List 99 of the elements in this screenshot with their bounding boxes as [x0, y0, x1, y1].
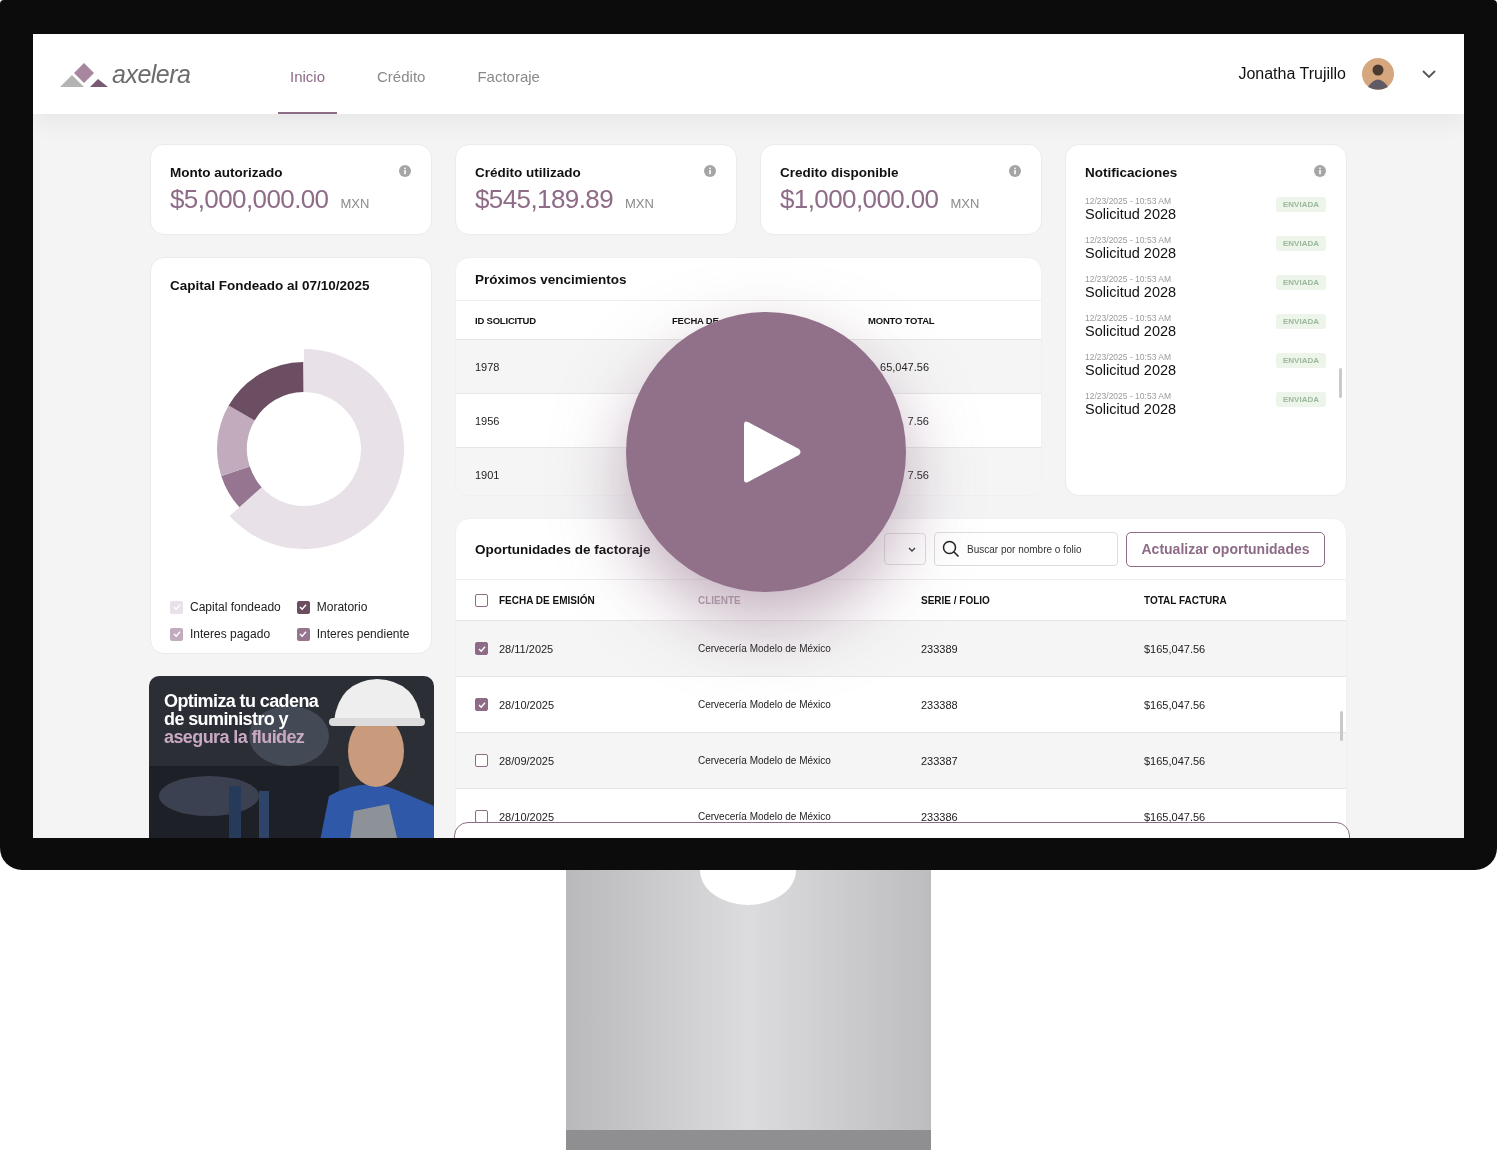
user-name: Jonatha Trujillo — [1238, 65, 1346, 83]
check-icon — [476, 643, 487, 654]
table-cell-text: 1901 — [475, 468, 501, 481]
notification-title[interactable]: Solicitud 2028 — [1085, 284, 1177, 300]
row-checkbox[interactable] — [475, 698, 488, 711]
table-cell-text: 28/09/2025 — [499, 754, 556, 767]
promo-highlight: asegura la fluidez — [164, 728, 306, 746]
card-title: Monto autorizado — [170, 165, 283, 180]
card-title: Credito disponible — [780, 165, 899, 180]
info-icon[interactable] — [399, 165, 411, 177]
scrollbar-thumb[interactable] — [1339, 368, 1342, 398]
nav-tab[interactable]: Factoraje — [465, 34, 552, 114]
play-icon — [744, 419, 802, 485]
check-icon — [171, 629, 182, 639]
table-cell-text: 28/10/2025 — [499, 810, 556, 823]
status-badge: ENVIADA — [1276, 352, 1326, 368]
column-header: ID SOLICITUD — [475, 314, 537, 326]
card-title: Próximos vencimientos — [475, 271, 627, 287]
table-cell-text: 28/11/2025 — [499, 642, 555, 655]
table-cell-text: $165,047.56 — [1144, 698, 1207, 711]
card-title: Crédito utilizado — [475, 165, 581, 180]
row-checkbox[interactable] — [475, 754, 488, 767]
notification-date: 12/23/2025 - 10:53 AM — [1085, 235, 1172, 245]
update-button[interactable]: Actualizar oportunidades — [1126, 531, 1325, 567]
table-cell-text: $165,047.56 — [1144, 810, 1207, 823]
column-header: SERIE / FOLIO — [921, 594, 991, 606]
status-badge: ENVIADA — [1276, 313, 1326, 329]
column-header: FECHA DE EMISIÓN — [499, 594, 596, 606]
column-header: MONTO TOTAL — [868, 314, 936, 326]
legend-label: Interes pagado — [190, 627, 271, 641]
info-icon[interactable] — [1009, 165, 1021, 177]
notification-title[interactable]: Solicitud 2028 — [1085, 206, 1177, 222]
legend-checkbox[interactable] — [170, 600, 183, 614]
amount-value: $1,000,000.00 — [780, 184, 939, 215]
check-icon — [171, 602, 182, 612]
notification-date: 12/23/2025 - 10:53 AM — [1085, 352, 1172, 362]
table-cell-text: Cervecería Modelo de México — [698, 699, 832, 710]
table-cell-text: 233388 — [921, 698, 959, 711]
legend-checkbox[interactable] — [296, 627, 310, 641]
notification-date: 12/23/2025 - 10:53 AM — [1085, 313, 1172, 323]
scrollbar-thumb[interactable] — [1340, 711, 1343, 741]
card-title: Oportunidades de factoraje — [475, 541, 651, 557]
currency-label: MXN — [625, 196, 654, 211]
chevron-down-icon[interactable] — [1422, 69, 1436, 79]
nav-tab[interactable]: Crédito — [365, 34, 438, 114]
search-field[interactable]: Buscar por nombre o folio — [934, 532, 1118, 566]
promo-banner[interactable]: Optimiza tu cadena de suministro y asegura la fluidez — [149, 676, 434, 838]
currency-label: MXN — [950, 196, 980, 211]
table-cell-text: 233386 — [921, 810, 959, 823]
table-cell-text: 28/10/2025 — [499, 698, 556, 711]
notification-title[interactable]: Solicitud 2028 — [1085, 245, 1177, 261]
info-icon[interactable] — [704, 165, 716, 177]
check-icon — [298, 629, 309, 639]
status-badge: ENVIADA — [1276, 391, 1326, 407]
card-title: Capital Fondeado al 07/10/2025 — [170, 278, 371, 293]
table-cell-text: Cervecería Modelo de México — [698, 643, 832, 654]
info-icon[interactable] — [1314, 165, 1326, 177]
notification-title[interactable]: Solicitud 2028 — [1085, 323, 1177, 339]
column-header: TOTAL FACTURA — [1144, 594, 1228, 606]
amount-value: $545,189.89 — [475, 184, 613, 215]
legend-checkbox[interactable] — [296, 600, 310, 614]
table-cell-text: Cervecería Modelo de México — [698, 811, 832, 822]
promo-headline: Optimiza tu cadena de suministro y — [164, 692, 320, 728]
currency-label: MXN — [340, 196, 370, 211]
check-icon — [476, 699, 487, 710]
column-header: CLIENTE — [698, 594, 742, 606]
table-cell-text: $165,047.56 — [1144, 642, 1207, 655]
notification-date: 12/23/2025 - 10:53 AM — [1085, 274, 1172, 284]
legend-label: Capital fondeado — [190, 600, 281, 614]
table-cell-text: 233389 — [921, 642, 959, 655]
table-cell-text: 65,047.56 — [879, 360, 929, 373]
status-badge: ENVIADA — [1276, 235, 1326, 251]
table-cell-text: $165,047.56 — [1144, 754, 1207, 767]
notification-date: 12/23/2025 - 10:53 AM — [1085, 196, 1172, 206]
table-cell-text: Cervecería Modelo de México — [698, 755, 832, 766]
legend-label: Interes pendiente — [316, 627, 410, 641]
status-badge: ENVIADA — [1276, 196, 1326, 212]
legend-label: Moratorio — [316, 600, 368, 614]
table-cell-text: 1956 — [475, 414, 501, 427]
notification-title[interactable]: Solicitud 2028 — [1085, 401, 1177, 417]
select-all-checkbox[interactable] — [475, 593, 488, 607]
table-cell-text: 233387 — [921, 754, 959, 767]
notification-date: 12/23/2025 - 10:53 AM — [1085, 391, 1172, 401]
nav-tab[interactable]: Inicio — [278, 34, 338, 114]
avatar-icon[interactable] — [1362, 58, 1394, 90]
row-checkbox[interactable] — [475, 642, 488, 655]
card-title: Notificaciones — [1085, 165, 1178, 180]
table-cell-text: 7.56 — [906, 414, 929, 427]
status-badge: ENVIADA — [1276, 274, 1326, 290]
logo-icon — [60, 61, 110, 87]
amount-value: $5,000,000.00 — [170, 184, 329, 215]
table-cell-text: 7.56 — [906, 468, 929, 481]
legend-checkbox[interactable] — [170, 627, 183, 641]
check-icon — [298, 602, 309, 612]
caret-icon — [908, 546, 916, 552]
notification-title[interactable]: Solicitud 2028 — [1085, 362, 1177, 378]
table-cell-text: 1978 — [475, 360, 501, 373]
search-icon — [942, 540, 960, 558]
logo-text: axelera — [112, 61, 191, 87]
